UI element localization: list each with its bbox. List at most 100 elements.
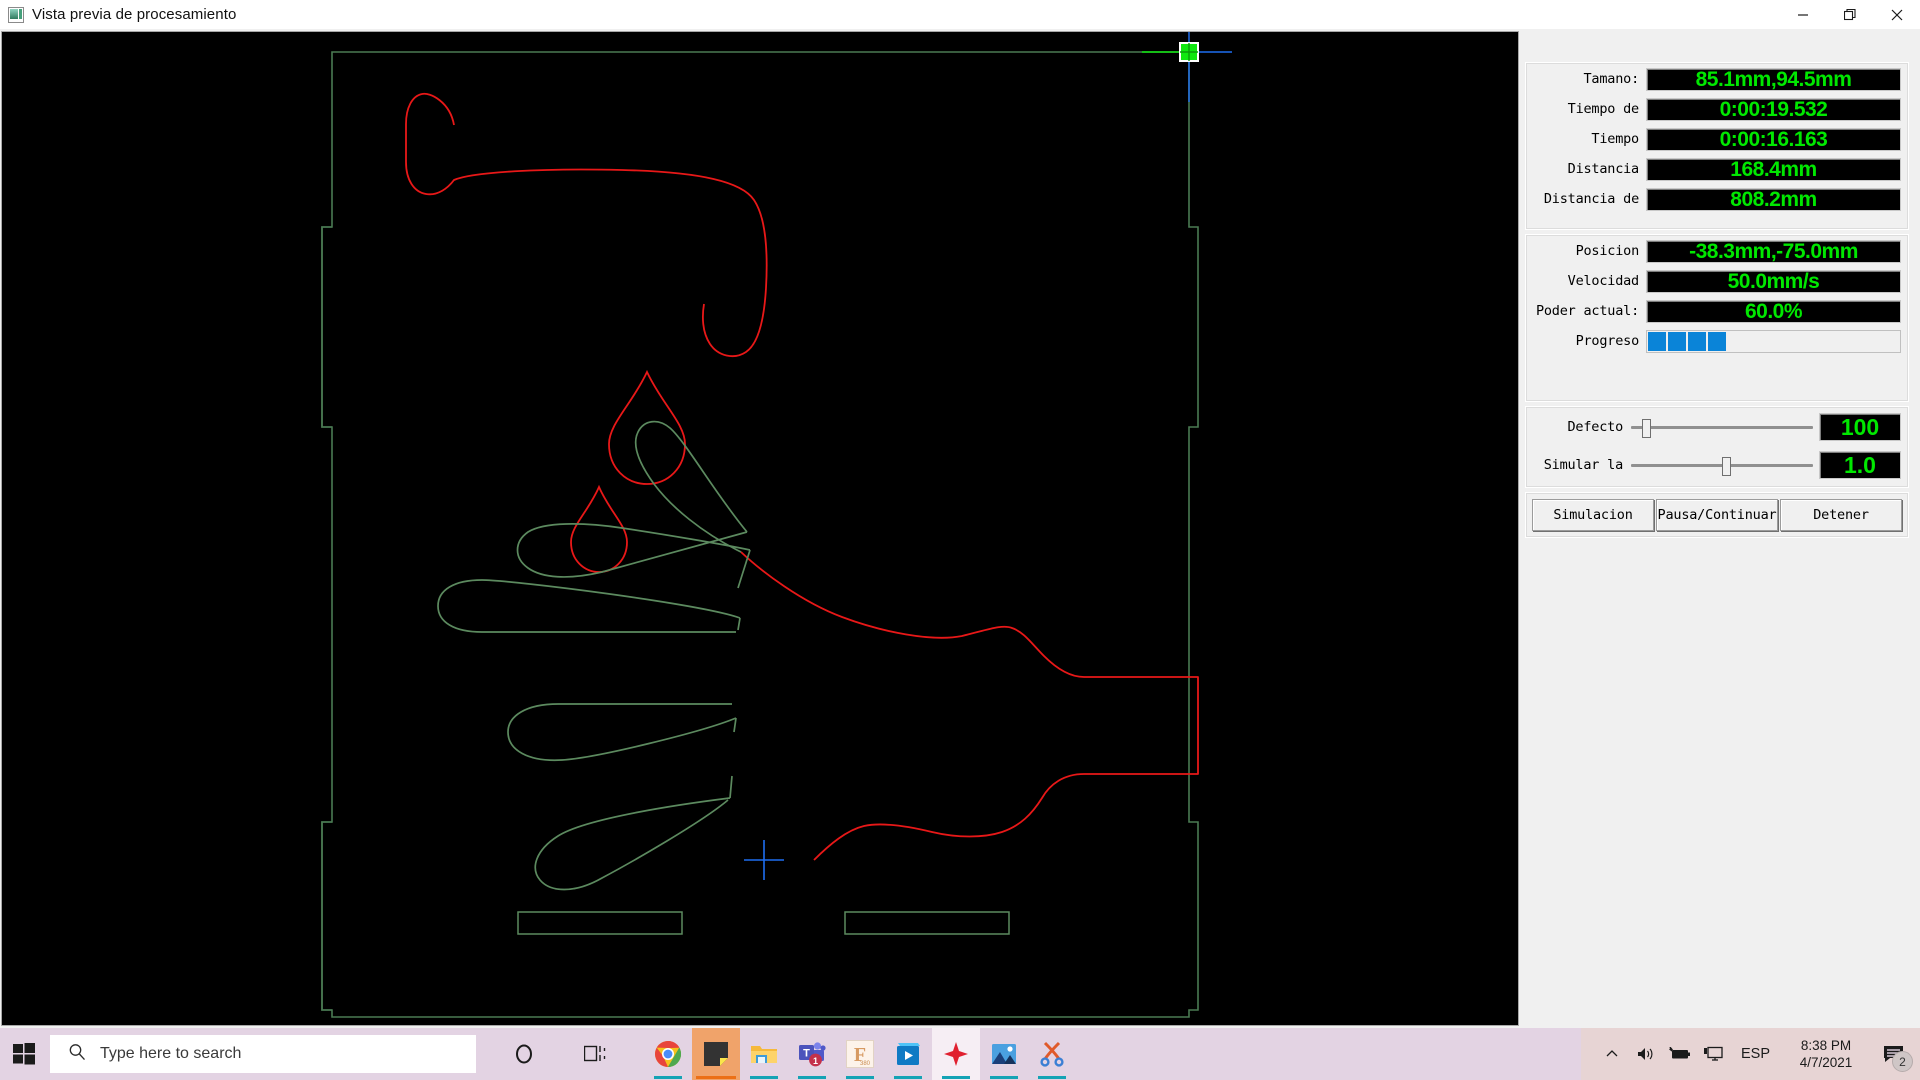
- app-running-underline: [696, 1076, 736, 1079]
- simulate-value: 1.0: [1844, 451, 1876, 478]
- finger-2-done: [516, 523, 751, 578]
- movies-tv-icon[interactable]: [884, 1028, 932, 1080]
- app-running-underline: [942, 1076, 970, 1079]
- simulate-value-display: 1.0: [1819, 451, 1901, 479]
- bar-rect-right: [844, 911, 1010, 935]
- info-row-size: Tamano: 85.1mm,94.5mm: [1533, 64, 1901, 94]
- photos-icon[interactable]: [980, 1028, 1028, 1080]
- sticky-notes-icon[interactable]: [692, 1028, 740, 1080]
- live-status-group: Posicion -38.3mm,-75.0mm Velocidad 50.0m…: [1525, 234, 1909, 402]
- snip-sketch-icon[interactable]: [1028, 1028, 1076, 1080]
- status-row-position: Posicion -38.3mm,-75.0mm: [1533, 236, 1901, 266]
- simulation-button[interactable]: Simulacion: [1532, 499, 1654, 531]
- total-distance-display: 808.2mm: [1646, 187, 1901, 211]
- network-display-icon[interactable]: [1697, 1028, 1731, 1080]
- clock-date: 4/7/2021: [1799, 1055, 1853, 1070]
- default-slider-track: [1631, 426, 1813, 429]
- status-row-progress: Progreso: [1533, 326, 1901, 356]
- progress-block: [1648, 331, 1666, 351]
- search-placeholder: Type here to search: [100, 1045, 242, 1062]
- volume-icon[interactable]: [1629, 1028, 1663, 1080]
- chrome-icon[interactable]: [644, 1028, 692, 1080]
- app-running-underline: [1038, 1076, 1066, 1079]
- clock-time: 8:38 PM: [1800, 1038, 1852, 1053]
- hand-outline-pending: [740, 551, 1199, 861]
- speed-value: 50.0mm/s: [1727, 269, 1820, 293]
- position-label: Posicion: [1575, 243, 1640, 259]
- cortana-icon[interactable]: [500, 1028, 548, 1080]
- position-value: -38.3mm,-75.0mm: [1689, 239, 1858, 263]
- action-button-group: Simulacion Pausa/Continuar Detener: [1525, 492, 1909, 538]
- progress-block: [1668, 331, 1686, 351]
- distance-display: 168.4mm: [1646, 157, 1901, 181]
- app-running-underline: [990, 1076, 1018, 1079]
- default-slider[interactable]: [1631, 415, 1813, 439]
- windows-taskbar: Type here to search T 1 F 380 ESP 8:38 P…: [0, 1028, 1920, 1080]
- hand-web-done: [729, 549, 751, 799]
- power-value: 60.0%: [1744, 299, 1803, 323]
- finger-3-done: [437, 579, 741, 633]
- task-view-icon[interactable]: [572, 1028, 620, 1080]
- total-time-display: 0:00:19.532: [1646, 97, 1901, 121]
- droplet-small-pending: [570, 484, 628, 573]
- app-running-underline: [798, 1076, 826, 1079]
- frame-notch-left-top: [321, 226, 332, 428]
- size-value: 85.1mm,94.5mm: [1695, 67, 1852, 91]
- language-indicator[interactable]: ESP: [1731, 1046, 1784, 1062]
- simulate-slider-thumb[interactable]: [1722, 457, 1731, 476]
- progress-block: [1688, 331, 1706, 351]
- window-controls: [1779, 0, 1920, 29]
- chevron-up-icon[interactable]: [1595, 1028, 1629, 1080]
- notifications-badge: 2: [1892, 1051, 1913, 1072]
- simulate-slider[interactable]: [1631, 453, 1813, 477]
- power-display: 60.0%: [1646, 299, 1901, 323]
- total-time-label: Tiempo de: [1567, 101, 1640, 117]
- app-running-underline: [894, 1076, 922, 1079]
- status-row-power: Poder actual: 60.0%: [1533, 296, 1901, 326]
- finger-4-done: [507, 703, 737, 762]
- fontbase-icon[interactable]: F 380: [836, 1028, 884, 1080]
- info-row-total-distance: Distancia de 808.2mm: [1533, 184, 1901, 214]
- sleeve-outline-pending: [405, 92, 768, 358]
- title-bar: Vista previa de procesamiento: [0, 0, 1920, 29]
- windows-start-icon[interactable]: [0, 1028, 48, 1080]
- elapsed-time-value: 0:00:16.163: [1719, 127, 1828, 151]
- lightburn-icon[interactable]: [932, 1028, 980, 1080]
- slider-group: Defecto 100 Simular la 1.0: [1525, 406, 1909, 488]
- search-icon: [68, 1043, 86, 1066]
- minimize-button[interactable]: [1779, 0, 1826, 29]
- app-running-underline: [750, 1076, 778, 1079]
- elapsed-time-label: Tiempo: [1591, 131, 1639, 147]
- info-row-total-time: Tiempo de 0:00:19.532: [1533, 94, 1901, 124]
- battery-charging-icon[interactable]: [1663, 1028, 1697, 1080]
- svg-text:1: 1: [813, 1056, 818, 1066]
- speed-display: 50.0mm/s: [1646, 269, 1901, 293]
- laser-crosshair: [744, 840, 784, 880]
- slider-row-simulate: Simular la 1.0: [1533, 446, 1901, 484]
- bar-rect-left: [517, 911, 683, 935]
- vector-preview: [321, 32, 1232, 1018]
- preview-canvas[interactable]: [1, 31, 1519, 1026]
- total-time-value: 0:00:19.532: [1719, 97, 1828, 121]
- work-frame-outline: [321, 51, 1199, 1018]
- job-info-group: Tamano: 85.1mm,94.5mm Tiempo de 0:00:19.…: [1525, 62, 1909, 230]
- svg-text:T: T: [803, 1048, 810, 1060]
- origin-handle[interactable]: [1142, 32, 1232, 102]
- notifications-icon[interactable]: 2: [1868, 1028, 1920, 1080]
- progress-label: Progreso: [1575, 333, 1640, 349]
- simulate-slider-label: Simular la: [1543, 457, 1623, 473]
- file-explorer-icon[interactable]: [740, 1028, 788, 1080]
- action-buttons: Simulacion Pausa/Continuar Detener: [1527, 494, 1907, 536]
- progress-bar: [1646, 329, 1901, 353]
- microsoft-teams-icon[interactable]: T 1: [788, 1028, 836, 1080]
- restore-button[interactable]: [1826, 0, 1873, 29]
- default-slider-thumb[interactable]: [1641, 419, 1651, 438]
- application-window: Vista previa de procesamiento Tamano: 85…: [0, 0, 1920, 1080]
- close-button[interactable]: [1873, 0, 1920, 29]
- stop-button[interactable]: Detener: [1780, 499, 1902, 531]
- elapsed-time-display: 0:00:16.163: [1646, 127, 1901, 151]
- pause-continue-button[interactable]: Pausa/Continuar: [1656, 499, 1778, 531]
- search-input[interactable]: Type here to search: [50, 1035, 476, 1073]
- clock[interactable]: 8:38 PM 4/7/2021: [1784, 1037, 1868, 1071]
- control-panel: Tamano: 85.1mm,94.5mm Tiempo de 0:00:19.…: [1521, 29, 1920, 1028]
